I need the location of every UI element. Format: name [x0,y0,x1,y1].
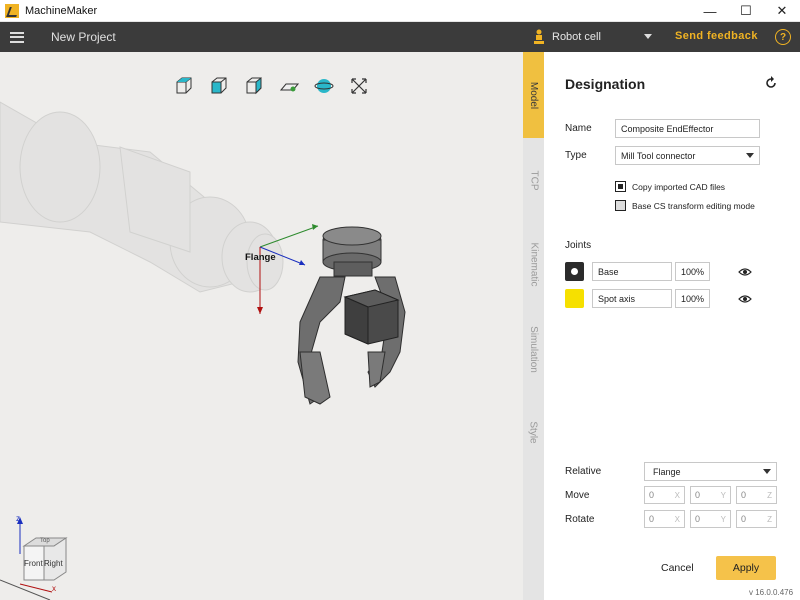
close-button[interactable]: ✕ [764,0,800,22]
chevron-down-icon[interactable] [644,34,652,39]
robot-cell-selector[interactable]: Robot cell [552,31,601,43]
eye-icon[interactable] [738,294,752,304]
move-z-input[interactable]: 0Z [736,486,777,504]
name-label: Name [565,123,592,134]
side-tabs: Model TCP Kinematic Simulation Style [523,52,544,600]
joint-color-base[interactable] [565,262,584,281]
joint-percent-input[interactable]: 100% [675,289,710,308]
tab-simulation[interactable]: Simulation [523,306,544,392]
rotate-y-input[interactable]: 0Y [690,510,731,528]
project-name: New Project [51,30,116,44]
rotate-label: Rotate [565,514,595,525]
version-label: v 16.0.0.476 [749,588,794,597]
copy-cad-checkbox[interactable] [615,181,626,192]
name-input[interactable]: Composite EndEffector [615,119,760,138]
send-feedback-link[interactable]: Send feedback [675,30,758,42]
view-cube-x-label: x [52,584,56,593]
fit-icon[interactable] [347,74,371,98]
type-label: Type [565,150,587,161]
app-title: MachineMaker [25,4,98,17]
eye-icon[interactable] [738,267,752,277]
copy-cad-label: Copy imported CAD files [632,182,726,192]
cancel-button[interactable]: Cancel [661,562,694,574]
menu-icon[interactable] [10,31,24,43]
minimize-button[interactable]: — [692,0,728,22]
view-toolbar [172,74,371,98]
type-select-value: Mill Tool connector [621,150,696,161]
sphere-icon[interactable] [312,74,336,98]
maximize-button[interactable]: ☐ [728,0,764,22]
joints-label: Joints [565,240,592,251]
plane-icon[interactable] [277,74,301,98]
joint-percent-input[interactable]: 100% [675,262,710,281]
type-select[interactable]: Mill Tool connector [615,146,760,165]
view-top-icon[interactable] [172,74,196,98]
base-cs-checkbox[interactable] [615,200,626,211]
window-titlebar: MachineMaker — ☐ ✕ [0,0,800,22]
relative-select-value: Flange [653,466,681,477]
tab-model[interactable]: Model [523,52,544,138]
rotate-x-input[interactable]: 0X [644,510,685,528]
view-side-icon[interactable] [242,74,266,98]
scene-canvas [0,101,406,600]
app-logo-icon [5,3,19,18]
view-cube-right[interactable]: Right [44,559,63,568]
robot-icon [534,29,544,44]
joint-color-spot-axis[interactable] [565,289,584,308]
move-label: Move [565,490,590,501]
view-cube-z-label: z [16,514,20,523]
joint-name-input[interactable]: Base [592,262,672,281]
view-cube-front[interactable]: Front [24,559,43,568]
view-cube[interactable]: z Front Right Top x [12,514,72,594]
flange-label: Flange [245,252,276,263]
tab-style[interactable]: Style [523,392,544,472]
relative-select[interactable]: Flange [644,462,777,481]
chevron-down-icon [746,153,754,158]
rotate-z-input[interactable]: 0Z [736,510,777,528]
properties-panel: Designation Name Composite EndEffector T… [544,52,800,600]
base-cs-label: Base CS transform editing mode [632,201,755,211]
view-front-icon[interactable] [207,74,231,98]
3d-viewport[interactable]: Flange z Front Right Top x [0,52,523,600]
move-y-input[interactable]: 0Y [690,486,731,504]
help-button[interactable]: ? [775,29,791,45]
relative-label: Relative [565,466,602,477]
app-header: New Project Robot cell Send feedback ? [0,22,800,52]
chevron-down-icon [763,469,771,474]
panel-title: Designation [565,76,646,92]
tab-kinematic[interactable]: Kinematic [523,222,544,306]
tab-tcp[interactable]: TCP [523,138,544,222]
apply-button[interactable]: Apply [716,556,776,580]
reset-icon[interactable] [764,76,778,90]
view-cube-top[interactable]: Top [40,538,50,544]
window-controls: — ☐ ✕ [692,0,800,22]
joint-name-input[interactable]: Spot axis [592,289,672,308]
move-x-input[interactable]: 0X [644,486,685,504]
